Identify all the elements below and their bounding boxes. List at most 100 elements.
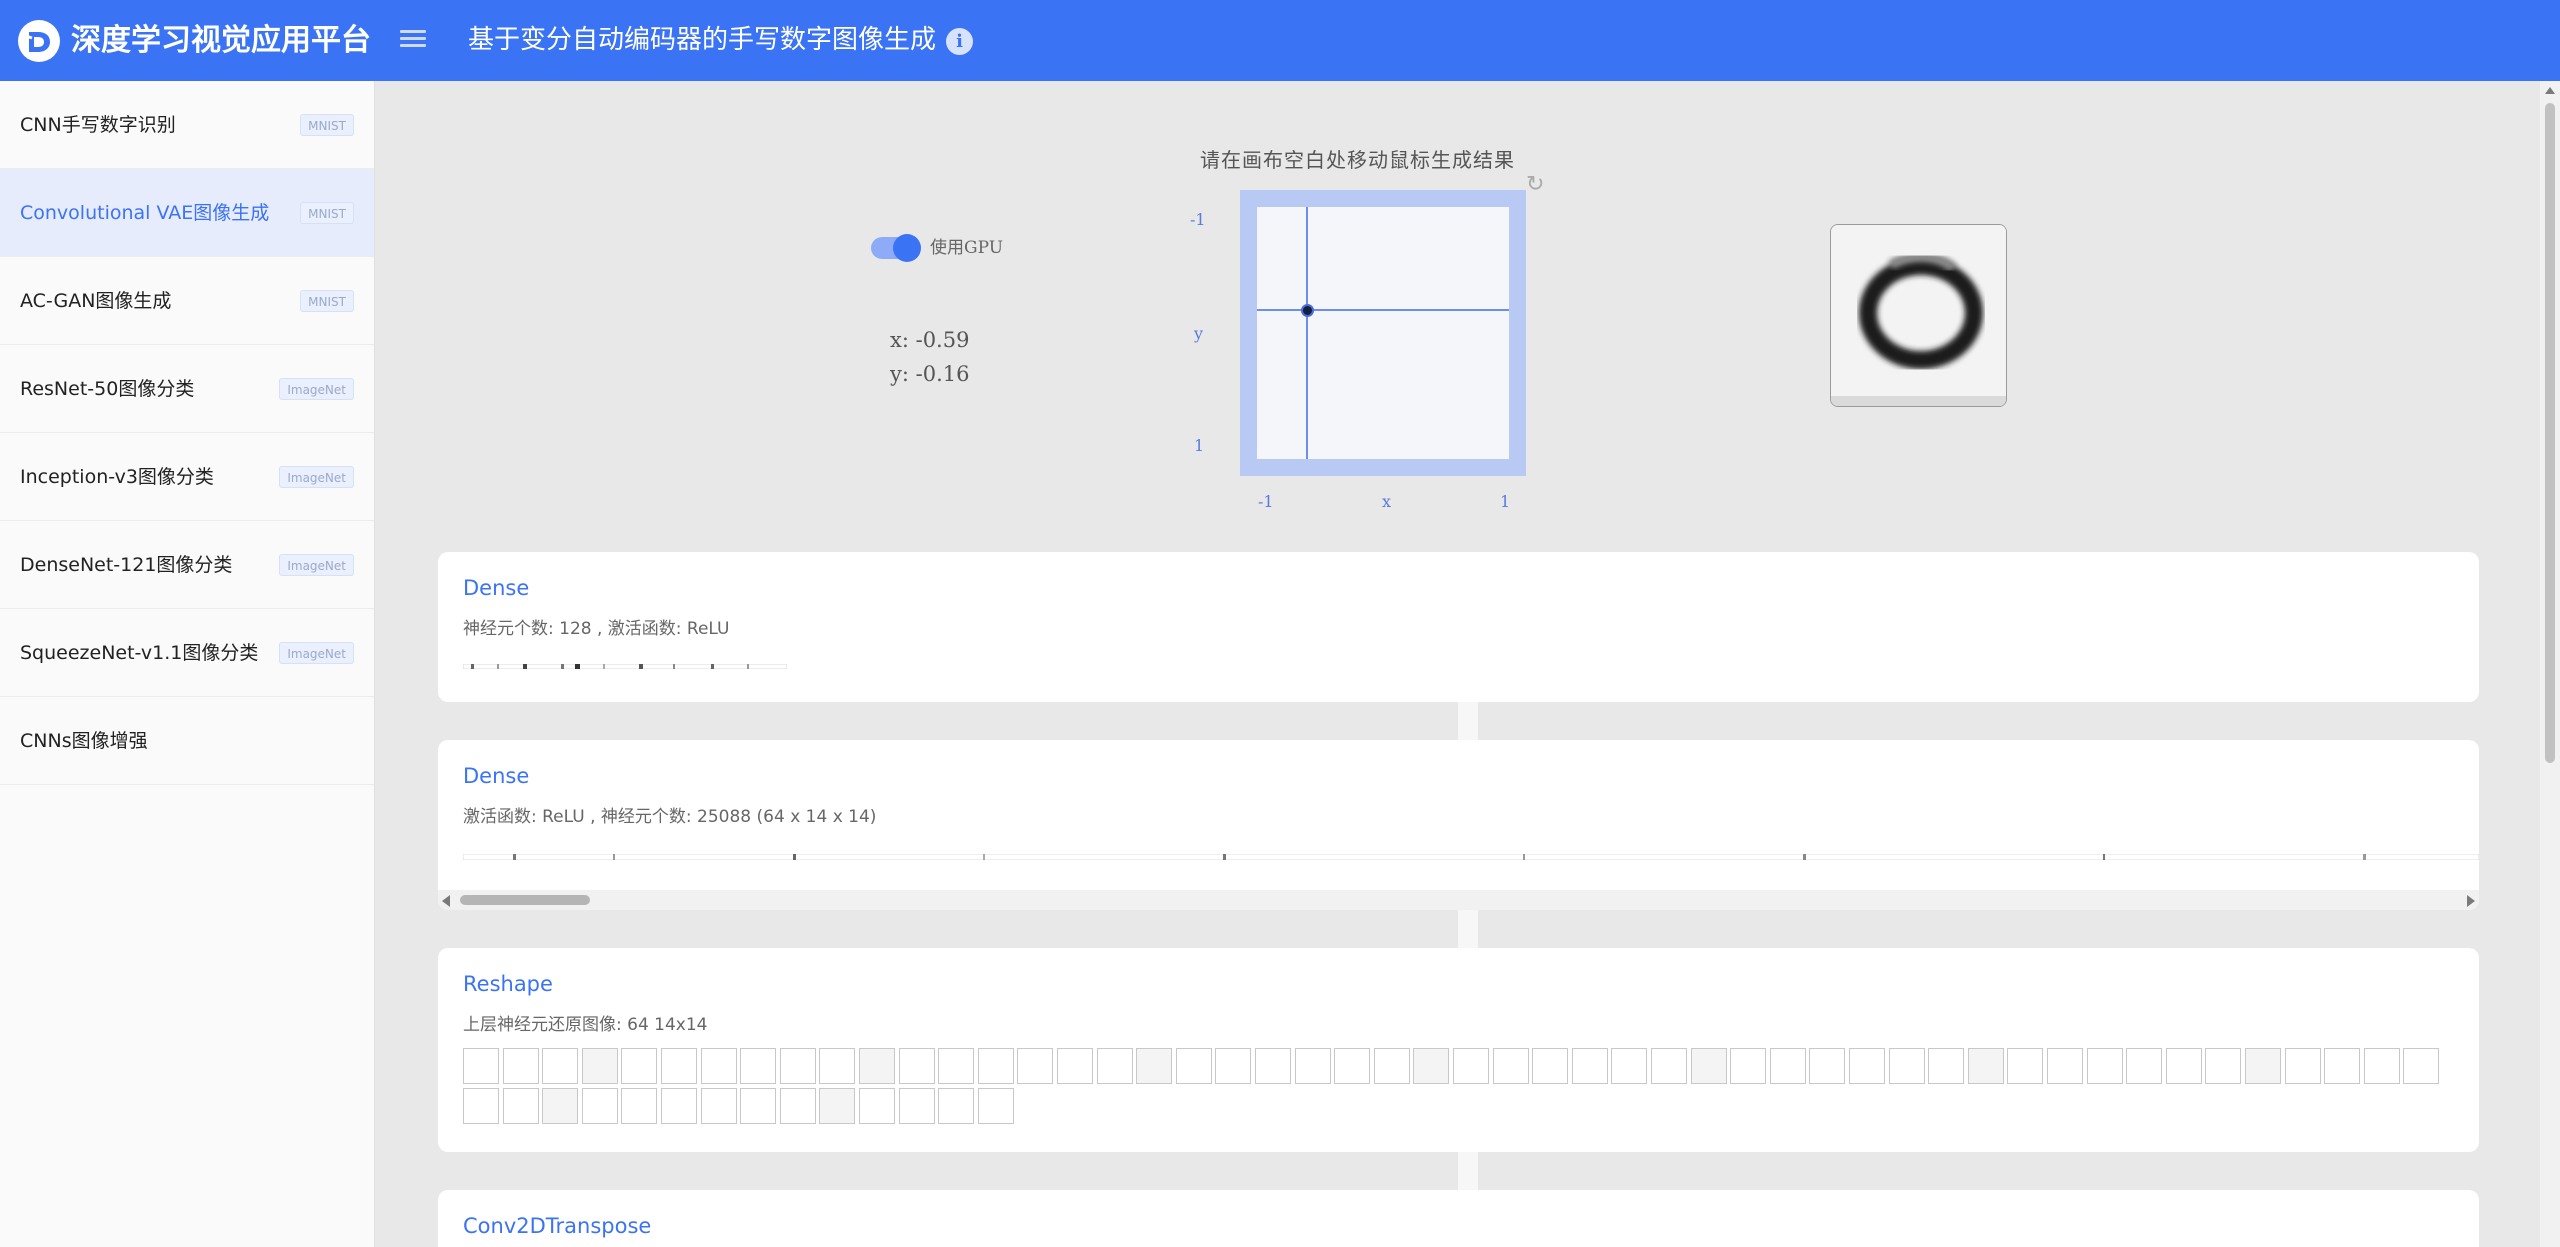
- feature-map: [1651, 1048, 1687, 1084]
- canvas-hint: 请在画布空白处移动鼠标生成结果: [1200, 148, 1515, 172]
- feature-map: [740, 1048, 777, 1084]
- sidebar-item-densenet121[interactable]: DenseNet-121图像分类 ImageNet: [0, 521, 374, 609]
- latent-space-canvas[interactable]: [1240, 190, 1526, 476]
- feature-map: [859, 1088, 895, 1124]
- generated-digit-image: [1831, 225, 2006, 406]
- feature-map: [1730, 1048, 1767, 1084]
- dataset-tag: MNIST: [300, 202, 354, 224]
- sidebar-item-conv-vae[interactable]: Convolutional VAE图像生成 MNIST: [0, 169, 374, 257]
- crosshair-vertical: [1306, 207, 1308, 459]
- feature-map: [463, 1088, 499, 1124]
- feature-map: [1255, 1048, 1291, 1084]
- vertical-scrollbar[interactable]: [2540, 81, 2560, 1247]
- feature-map: [1849, 1048, 1885, 1084]
- feature-map: [1215, 1048, 1252, 1084]
- refresh-icon[interactable]: ↻: [1526, 172, 1544, 198]
- layer-card-dense-2: Dense 激活函数: ReLU , 神经元个数: 25088 (64 x 14…: [438, 740, 2479, 910]
- feature-map: [621, 1088, 658, 1124]
- feature-map: [1611, 1048, 1648, 1084]
- page-title: 基于变分自动编码器的手写数字图像生成: [468, 25, 937, 55]
- feature-map: [1809, 1048, 1846, 1084]
- layer-description: 激活函数: ReLU , 神经元个数: 25088 (64 x 14 x 14): [463, 807, 877, 827]
- scrollbar-thumb[interactable]: [460, 895, 590, 905]
- feature-map: [2324, 1048, 2361, 1084]
- gpu-toggle[interactable]: [871, 234, 921, 262]
- sidebar-item-squeezenet[interactable]: SqueezeNet-v1.1图像分类 ImageNet: [0, 609, 374, 697]
- layer-name: Conv2DTranspose: [463, 1214, 652, 1238]
- feature-map: [1690, 1048, 1727, 1084]
- layer-name: Reshape: [463, 972, 553, 996]
- image-bottom-edge: [1831, 396, 2006, 406]
- layer-card-reshape: Reshape 上层神经元还原图像: 64 14x14: [438, 948, 2479, 1152]
- feature-map: [1096, 1048, 1133, 1084]
- feature-map: [2047, 1048, 2083, 1084]
- scroll-right-icon[interactable]: [2467, 895, 2475, 907]
- layer-card-dense-1: Dense 神经元个数: 128 , 激活函数: ReLU: [438, 552, 2479, 702]
- generated-image: [1830, 224, 2007, 407]
- feature-map: [1017, 1048, 1054, 1084]
- sidebar-item-inception-v3[interactable]: Inception-v3图像分类 ImageNet: [0, 433, 374, 521]
- scrollbar-thumb[interactable]: [2545, 103, 2555, 763]
- feature-map: [700, 1048, 737, 1084]
- feature-map: [859, 1048, 895, 1084]
- crosshair-horizontal: [1257, 309, 1509, 311]
- sidebar-item-cnns-enhance[interactable]: CNNs图像增强: [0, 697, 374, 785]
- feature-map: [2126, 1048, 2163, 1084]
- y-axis-max-label: 1: [1194, 436, 1205, 455]
- scroll-up-icon[interactable]: [2545, 87, 2555, 94]
- top-header: 深度学习视觉应用平台 基于变分自动编码器的手写数字图像生成 i: [0, 0, 2560, 81]
- layer-connector: [1458, 1152, 1478, 1190]
- feature-map: [2284, 1048, 2321, 1084]
- feature-map: [779, 1088, 816, 1124]
- feature-map: [977, 1088, 1014, 1124]
- dataset-tag: ImageNet: [279, 466, 354, 488]
- layer-connector: [1458, 910, 1478, 948]
- dataset-tag: ImageNet: [279, 642, 354, 664]
- feature-map: [938, 1048, 975, 1084]
- x-axis-label: x: [1382, 492, 1392, 511]
- sidebar-item-resnet50[interactable]: ResNet-50图像分类 ImageNet: [0, 345, 374, 433]
- feature-map: [542, 1048, 579, 1084]
- feature-map: [1571, 1048, 1608, 1084]
- sidebar: CNN手写数字识别 MNIST Convolutional VAE图像生成 MN…: [0, 81, 375, 1247]
- info-icon[interactable]: i: [946, 28, 973, 55]
- layer-description: 神经元个数: 128 , 激活函数: ReLU: [463, 619, 730, 639]
- y-coordinate: y: -0.16: [890, 362, 970, 386]
- x-axis-max-label: 1: [1500, 492, 1511, 511]
- feature-map: [463, 1048, 499, 1084]
- sidebar-item-label: ResNet-50图像分类: [20, 378, 195, 400]
- dataset-tag: ImageNet: [279, 554, 354, 576]
- layer-description: 上层神经元还原图像: 64 14x14: [463, 1015, 708, 1035]
- dataset-tag: MNIST: [300, 290, 354, 312]
- horizontal-scrollbar[interactable]: [438, 890, 2479, 910]
- feature-map: [1928, 1048, 1965, 1084]
- feature-map: [661, 1088, 697, 1124]
- y-axis-min-label: -1: [1190, 210, 1206, 229]
- feature-map: [740, 1088, 777, 1124]
- feature-map: [502, 1088, 539, 1124]
- latent-plane[interactable]: [1257, 207, 1509, 459]
- menu-toggle-button[interactable]: [398, 26, 428, 56]
- sidebar-item-label: CNN手写数字识别: [20, 114, 176, 136]
- brand-name: 深度学习视觉应用平台: [71, 23, 371, 58]
- feature-map: [621, 1048, 658, 1084]
- sidebar-item-cnn-mnist[interactable]: CNN手写数字识别 MNIST: [0, 81, 374, 169]
- layer-card-conv2dtranspose: Conv2DTranspose: [438, 1190, 2479, 1247]
- feature-map: [977, 1048, 1014, 1084]
- feature-map: [779, 1048, 816, 1084]
- sidebar-item-label: CNNs图像增强: [20, 730, 148, 752]
- sidebar-item-label: Inception-v3图像分类: [20, 466, 214, 488]
- feature-map: [1492, 1048, 1529, 1084]
- feature-map: [1967, 1048, 2004, 1084]
- x-axis-min-label: -1: [1258, 492, 1274, 511]
- gpu-label: 使用GPU: [930, 238, 1004, 258]
- feature-map: [542, 1088, 579, 1124]
- scroll-left-icon[interactable]: [442, 895, 450, 907]
- latent-point-marker[interactable]: [1301, 304, 1314, 317]
- feature-map: [1769, 1048, 1806, 1084]
- sidebar-item-ac-gan[interactable]: AC-GAN图像生成 MNIST: [0, 257, 374, 345]
- feature-map: [2205, 1048, 2242, 1084]
- feature-map: [1453, 1048, 1489, 1084]
- dataset-tag: ImageNet: [279, 378, 354, 400]
- feature-map: [1294, 1048, 1331, 1084]
